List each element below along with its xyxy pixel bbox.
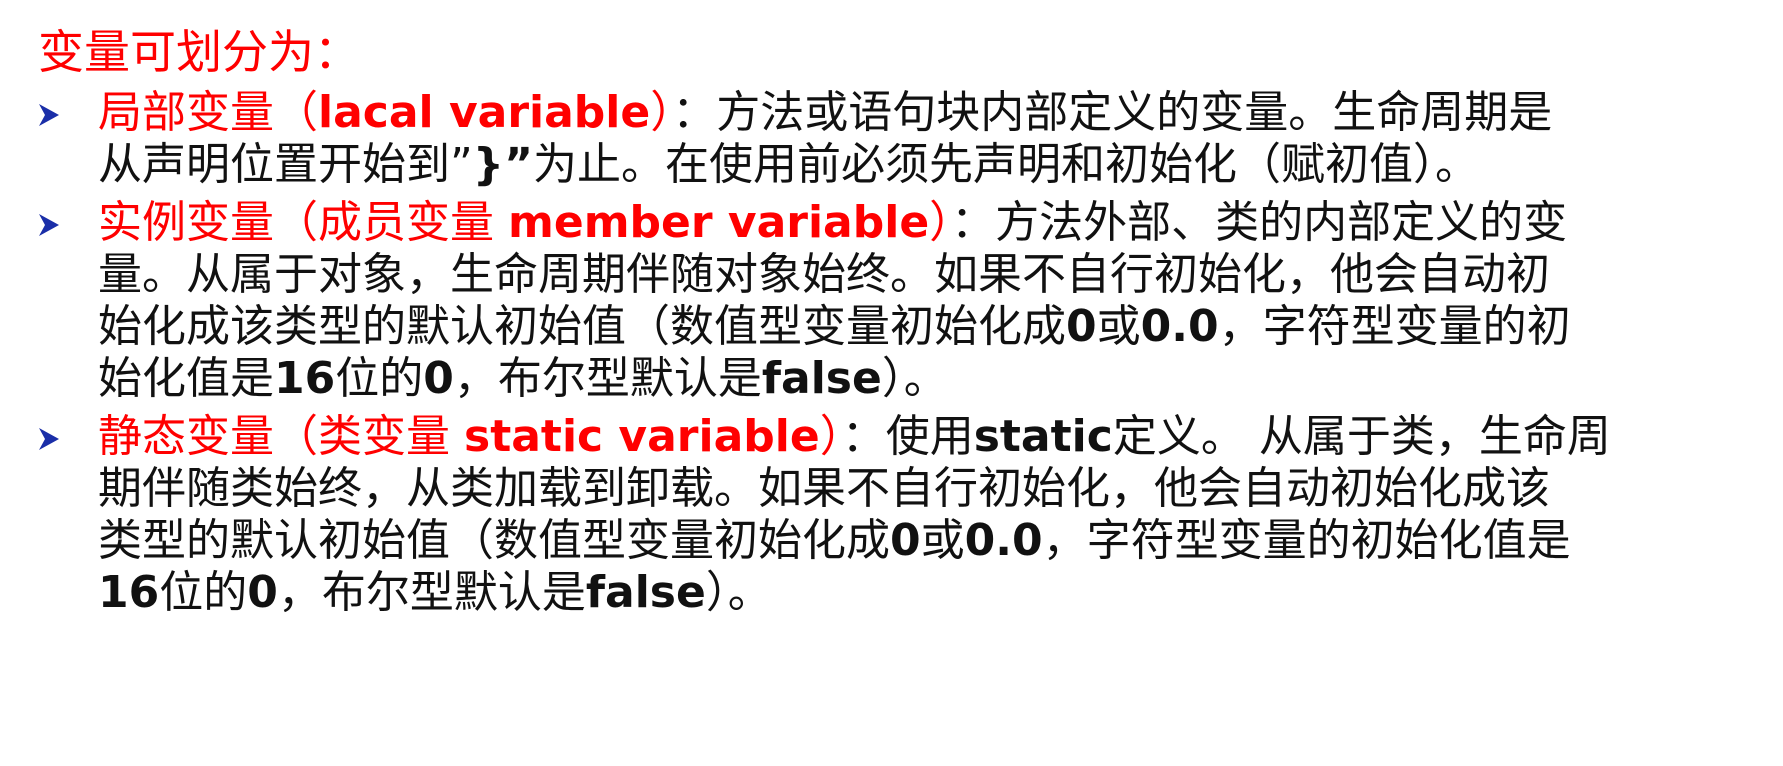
description-text: 或 — [1096, 301, 1141, 352]
description-text: 期伴随类始终，从类加载到卸载。如果不自行初始化，他会自动初始化成该 — [98, 463, 1550, 514]
description-text: 位的 — [159, 567, 248, 618]
item-line: 期伴随类始终，从类加载到卸载。如果不自行初始化，他会自动初始化成该 — [98, 460, 1550, 518]
bold-value: 16 — [98, 567, 160, 618]
description-text: 或 — [920, 515, 965, 566]
term-name: 实例变量（成员变量 — [98, 197, 508, 248]
term-english: member variable — [508, 197, 930, 248]
bold-keyword: static — [973, 411, 1113, 462]
description-text: ，布尔型默认是 — [453, 353, 762, 404]
item-line: 类型的默认初始值（数值型变量初始化成0或0.0，字符型变量的初始化值是 — [98, 512, 1571, 570]
description-text: ）。 — [705, 567, 772, 618]
term-close: ） — [650, 87, 673, 138]
item-line: 量。从属于对象，生命周期伴随对象始终。如果不自行初始化，他会自动初 — [98, 246, 1550, 304]
description-text: ：使用 — [841, 411, 974, 462]
term-english: lacal variable — [318, 87, 651, 138]
item-line: 始化值是16位的0，布尔型默认是false）。 — [98, 350, 948, 408]
term-name: 局部变量（ — [98, 87, 318, 138]
bold-value: 0 — [247, 567, 278, 618]
term-close: ） — [929, 197, 952, 248]
description-text: 定义。 从属于类，生命周 — [1112, 411, 1611, 462]
description-text: 为止。在使用前必须先声明和初始化（赋初值）。 — [533, 139, 1480, 190]
item-line: 局部变量（lacal variable）：方法或语句块内部定义的变量。生命周期是 — [98, 84, 1552, 142]
bold-value: 0 — [423, 353, 454, 404]
description-text: 始化值是 — [98, 353, 274, 404]
term-close: ） — [819, 411, 842, 462]
item-line: 从声明位置开始到”}”为止。在使用前必须先声明和初始化（赋初值）。 — [98, 136, 1479, 194]
item-line: 始化成该类型的默认初始值（数值型变量初始化成0或0.0，字符型变量的初 — [98, 298, 1571, 356]
description-text: ，字符型变量的初始化值是 — [1042, 515, 1571, 566]
bold-symbol: }” — [472, 139, 534, 190]
description-text: 量。从属于对象，生命周期伴随对象始终。如果不自行初始化，他会自动初 — [98, 249, 1550, 300]
description-text: ）。 — [881, 353, 948, 404]
description-text: 从声明位置开始到” — [98, 139, 473, 190]
item-line: 16位的0，布尔型默认是false）。 — [98, 564, 772, 622]
description-text: 类型的默认初始值（数值型变量初始化成 — [98, 515, 890, 566]
description-text: ，字符型变量的初 — [1218, 301, 1571, 352]
description-text: ：方法外部、类的内部定义的变 — [951, 197, 1568, 248]
bold-value: 0 — [890, 515, 921, 566]
description-text: 始化成该类型的默认初始值（数值型变量初始化成 — [98, 301, 1066, 352]
bold-value: 0 — [1066, 301, 1097, 352]
item-line: 静态变量（类变量 static variable）：使用static定义。 从属… — [98, 408, 1611, 466]
term-english: static variable — [464, 411, 820, 462]
bold-value: 16 — [274, 353, 336, 404]
description-text: ：方法或语句块内部定义的变量。生命周期是 — [672, 87, 1553, 138]
bold-value: 0.0 — [964, 515, 1043, 566]
arrow-bullet-icon — [39, 104, 59, 126]
description-text: ，布尔型默认是 — [277, 567, 586, 618]
term-name: 静态变量（类变量 — [98, 411, 464, 462]
bold-value: false — [761, 353, 882, 404]
section-heading: 变量可划分为： — [38, 25, 360, 79]
item-line: 实例变量（成员变量 member variable）：方法外部、类的内部定义的变 — [98, 194, 1567, 252]
bold-value: 0.0 — [1140, 301, 1219, 352]
bold-value: false — [585, 567, 706, 618]
arrow-bullet-icon — [39, 214, 59, 236]
arrow-bullet-icon — [39, 428, 59, 450]
description-text: 位的 — [335, 353, 424, 404]
